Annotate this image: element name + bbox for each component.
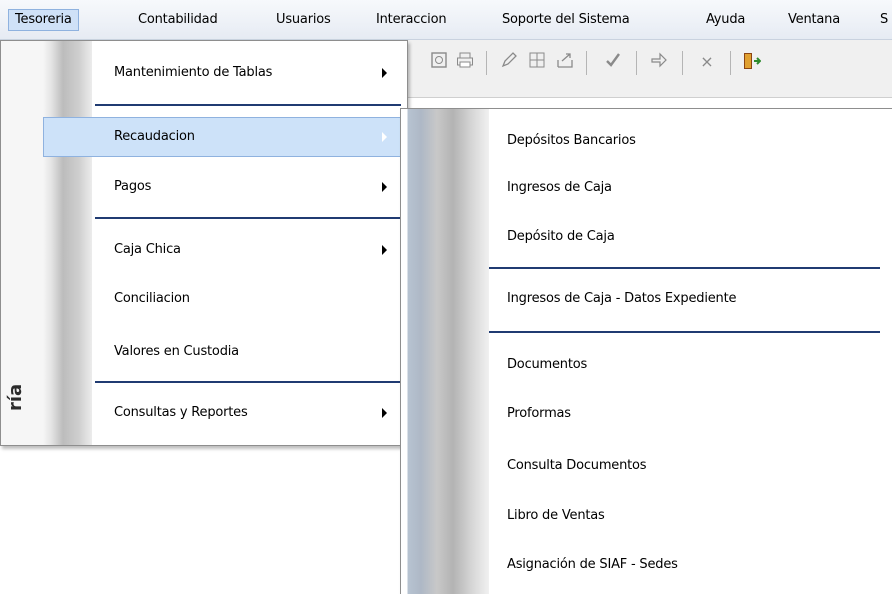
toolbar-separator: [636, 51, 637, 75]
menu-item-label: Documentos: [507, 357, 588, 372]
menu-item-libro-ventas[interactable]: Libro de Ventas: [401, 496, 892, 536]
menu-item-label: Consulta Documentos: [507, 458, 647, 473]
menu-item-label: Depósito de Caja: [507, 229, 615, 244]
menu-item-asignacion-siaf-sedes[interactable]: Asignación de SIAF - Sedes: [401, 545, 892, 585]
menu-usuarios-label: Usuarios: [276, 12, 331, 27]
menu-separator: [489, 267, 880, 269]
menu-item-label: Recaudacion: [114, 129, 195, 144]
redo-icon[interactable]: [648, 51, 670, 73]
menu-item-label: Depósitos Bancarios: [507, 133, 636, 148]
recaudacion-submenu: Depósitos Bancarios Ingresos de Caja Dep…: [400, 108, 892, 594]
menu-item-label: Ingresos de Caja - Datos Expediente: [507, 291, 737, 306]
check-icon[interactable]: [602, 51, 624, 73]
menu-tesoreria[interactable]: Tesoreria: [8, 9, 79, 31]
menu-bar: Tesoreria Contabilidad Usuarios Interacc…: [0, 0, 892, 40]
toolbar: ×: [408, 40, 892, 98]
menu-item-consultas-reportes[interactable]: Consultas y Reportes: [1, 393, 407, 433]
tesoreria-menu: ría Mantenimiento de Tablas Recaudacion …: [0, 40, 408, 446]
submenu-arrow-icon: [382, 182, 387, 192]
menu-contabilidad[interactable]: Contabilidad: [132, 9, 224, 31]
menu-interaccion[interactable]: Interaccion: [370, 9, 452, 31]
menu-item-label: Conciliacion: [114, 291, 190, 306]
submenu-arrow-icon: [382, 68, 387, 78]
toolbar-separator: [586, 51, 587, 75]
menu-item-recaudacion[interactable]: Recaudacion: [43, 117, 407, 157]
exit-door-icon[interactable]: [740, 51, 762, 73]
edit-pen-icon[interactable]: [498, 51, 520, 73]
menu-ventana[interactable]: Ventana: [782, 9, 846, 31]
menu-item-label: Asignación de SIAF - Sedes: [507, 557, 678, 572]
grid-icon[interactable]: [526, 51, 548, 73]
menu-item-depositos-bancarios[interactable]: Depósitos Bancarios: [401, 121, 892, 161]
menu-s[interactable]: S: [874, 9, 892, 31]
menu-item-label: Valores en Custodia: [114, 344, 239, 359]
menu-item-pagos[interactable]: Pagos: [1, 167, 407, 207]
menu-separator: [489, 331, 880, 333]
menu-usuarios[interactable]: Usuarios: [270, 9, 337, 31]
submenu-arrow-icon: [382, 408, 387, 418]
menu-separator: [95, 217, 401, 219]
menu-item-mantenimiento-tablas[interactable]: Mantenimiento de Tablas: [1, 53, 407, 93]
menu-item-conciliacion[interactable]: Conciliacion: [1, 279, 407, 319]
menu-contabilidad-label: Contabilidad: [138, 12, 218, 27]
menu-item-ingresos-caja[interactable]: Ingresos de Caja: [401, 168, 892, 208]
toolbar-separator: [730, 51, 731, 75]
menu-ayuda-label: Ayuda: [706, 12, 746, 27]
menu-soporte-label: Soporte del Sistema: [502, 12, 630, 27]
menu-item-deposito-caja[interactable]: Depósito de Caja: [401, 217, 892, 257]
menu-item-ingresos-caja-expediente[interactable]: Ingresos de Caja - Datos Expediente: [401, 279, 892, 319]
menu-soporte[interactable]: Soporte del Sistema: [496, 9, 636, 31]
menu-interaccion-label: Interaccion: [376, 12, 447, 27]
record-icon[interactable]: [428, 51, 450, 73]
toolbar-separator: [682, 51, 683, 75]
menu-item-label: Caja Chica: [114, 242, 181, 257]
submenu-arrow-icon: [382, 132, 387, 142]
menu-s-label: S: [880, 12, 889, 27]
menu-item-label: Pagos: [114, 179, 152, 194]
menu-item-documentos[interactable]: Documentos: [401, 345, 892, 385]
menu-tesoreria-label: Tesoreria: [15, 12, 72, 27]
menu-item-consulta-documentos[interactable]: Consulta Documentos: [401, 446, 892, 486]
delete-x-icon[interactable]: ×: [696, 51, 718, 73]
menu-ayuda[interactable]: Ayuda: [700, 9, 751, 31]
toolbar-separator: [486, 51, 487, 75]
menu-item-proformas[interactable]: Proformas: [401, 394, 892, 434]
menu-item-label: Libro de Ventas: [507, 508, 605, 523]
menu-item-label: Proformas: [507, 406, 571, 421]
export-icon[interactable]: [554, 51, 576, 73]
delete-x-glyph: ×: [700, 52, 714, 71]
menu-separator: [95, 104, 401, 106]
menu-item-valores-custodia[interactable]: Valores en Custodia: [1, 332, 407, 372]
submenu-arrow-icon: [382, 245, 387, 255]
menu-item-label: Mantenimiento de Tablas: [114, 65, 273, 80]
menu-item-caja-chica[interactable]: Caja Chica: [1, 230, 407, 270]
menu-separator: [95, 381, 401, 383]
menu-ventana-label: Ventana: [788, 12, 840, 27]
menu-item-label: Consultas y Reportes: [114, 405, 248, 420]
print-icon[interactable]: [454, 51, 476, 73]
menu-item-label: Ingresos de Caja: [507, 180, 612, 195]
